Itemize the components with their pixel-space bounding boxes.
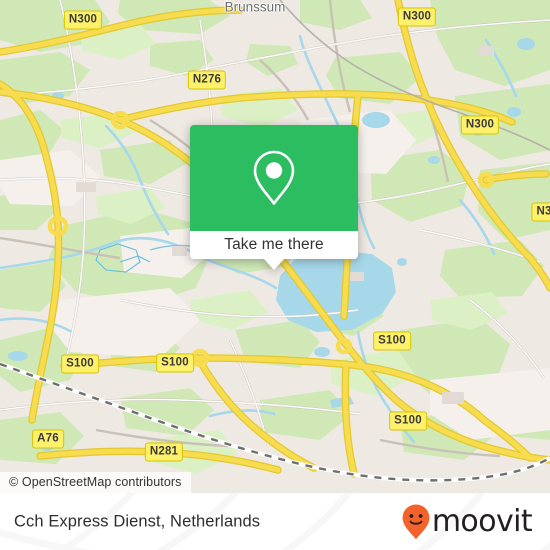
- road-shield-n3-clipped[interactable]: N3: [531, 202, 550, 222]
- place-title: Cch Express Dienst, Netherlands: [14, 512, 261, 530]
- road-shield-n281[interactable]: N281: [144, 442, 184, 462]
- road-shield-s100-ne[interactable]: S100: [373, 331, 411, 351]
- popup-card-pointer: [264, 259, 284, 270]
- take-me-there-button[interactable]: Take me there: [190, 231, 358, 259]
- map-pin-icon: [253, 150, 295, 205]
- moovit-logo[interactable]: moovit: [401, 503, 533, 541]
- place-popup-card[interactable]: Take me there: [190, 125, 358, 270]
- moovit-place-card-screenshot: Brunssum N300 N300 N276 N300 N3 S100 S10…: [0, 0, 550, 550]
- popup-card-header: [190, 125, 358, 231]
- moovit-wordmark: moovit: [431, 503, 533, 539]
- road-shield-n276[interactable]: N276: [187, 70, 227, 90]
- road-shield-s100-w[interactable]: S100: [61, 354, 99, 374]
- road-shield-n300-nw[interactable]: N300: [63, 10, 103, 30]
- road-shield-s100-se[interactable]: S100: [389, 411, 427, 431]
- take-me-there-label: Take me there: [224, 236, 324, 253]
- road-shield-s100-c[interactable]: S100: [156, 353, 194, 373]
- road-shield-n300-ne[interactable]: N300: [397, 7, 437, 27]
- road-shield-n300-e[interactable]: N300: [460, 115, 500, 135]
- place-label-brunssum: Brunssum: [224, 0, 286, 15]
- road-shield-a76[interactable]: A76: [32, 429, 64, 449]
- footer-bar: Cch Express Dienst, Netherlands moovit: [0, 493, 550, 550]
- map-attribution[interactable]: © OpenStreetMap contributors: [0, 472, 191, 493]
- moovit-pin-icon: [402, 504, 430, 539]
